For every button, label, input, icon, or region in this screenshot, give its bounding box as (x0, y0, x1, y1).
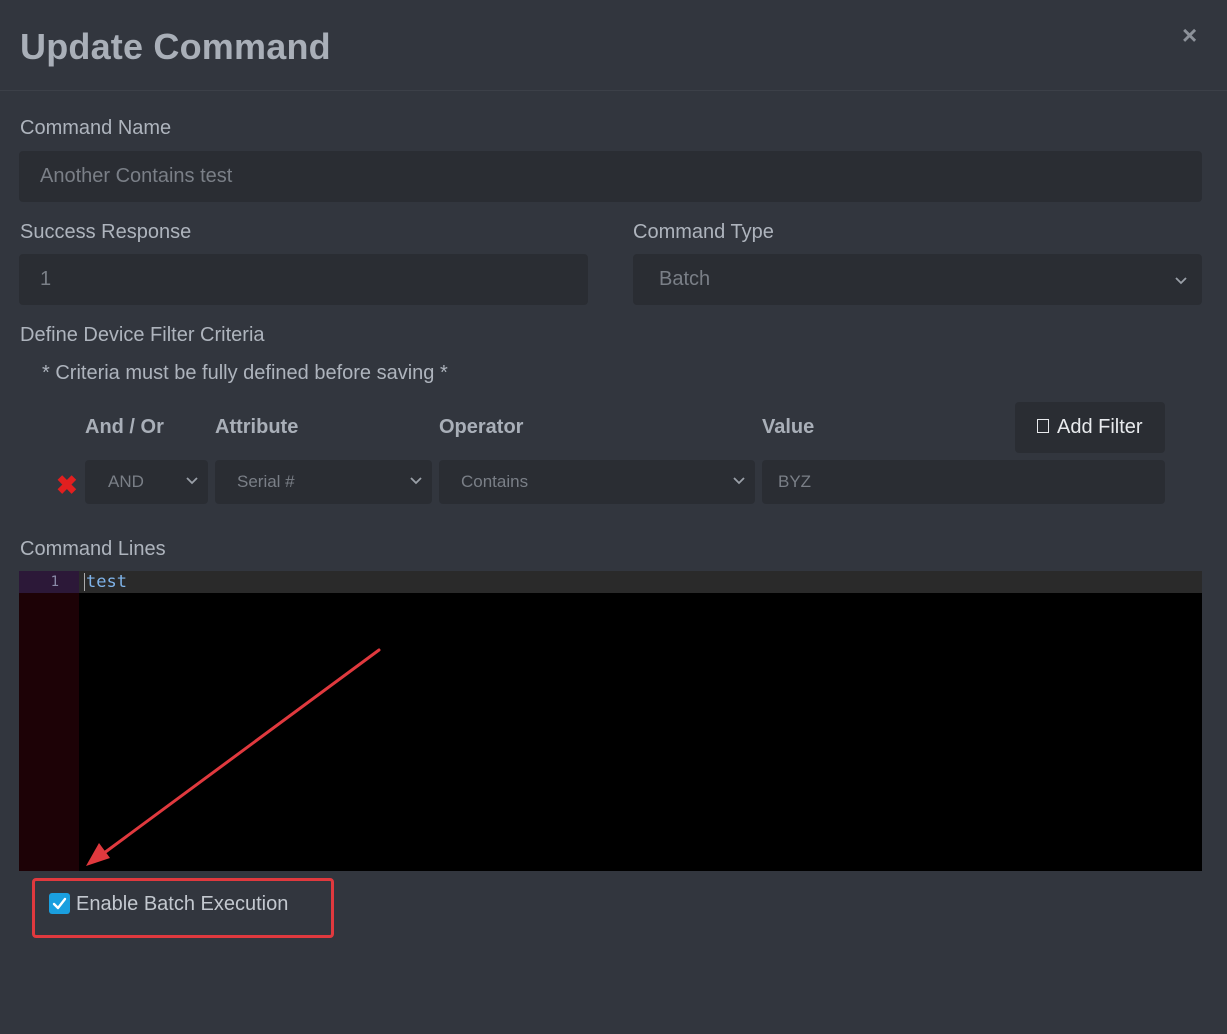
command-type-select[interactable]: Batch (633, 254, 1202, 305)
text-cursor (84, 573, 85, 591)
chevron-down-icon (186, 477, 198, 485)
operator-select[interactable]: Contains (439, 460, 755, 504)
attribute-header: Attribute (215, 416, 299, 438)
add-filter-button[interactable]: Add Filter (1015, 402, 1165, 453)
batch-execution-checkbox[interactable] (49, 893, 70, 914)
add-icon (1037, 419, 1049, 434)
filter-value-input[interactable]: BYZ (762, 460, 1165, 504)
filter-section-label: Define Device Filter Criteria (20, 324, 265, 346)
code-line[interactable]: test (86, 571, 127, 593)
editor-gutter (19, 571, 79, 871)
success-response-input[interactable]: 1 (19, 254, 588, 305)
update-command-modal: Update Command × Command Name Another Co… (0, 0, 1227, 1034)
delete-filter-icon[interactable]: ✖ (56, 470, 78, 501)
checkmark-icon (52, 897, 67, 910)
command-lines-editor[interactable]: 1 test (19, 571, 1202, 871)
modal-header: Update Command × (0, 0, 1227, 91)
modal-title: Update Command (20, 26, 331, 67)
operator-header: Operator (439, 416, 524, 438)
chevron-down-icon (1175, 277, 1187, 285)
value-header: Value (762, 416, 815, 438)
chevron-down-icon (410, 477, 422, 485)
chevron-down-icon (733, 477, 745, 485)
line-number: 1 (50, 574, 59, 590)
attribute-value: Serial # (237, 472, 295, 491)
command-name-label: Command Name (20, 117, 172, 139)
add-filter-label: Add Filter (1057, 416, 1143, 438)
command-lines-label: Command Lines (20, 538, 166, 560)
operator-value: Contains (461, 472, 529, 491)
filter-note: * Criteria must be fully defined before … (42, 362, 448, 384)
close-icon[interactable]: × (1182, 20, 1197, 51)
and-or-value: AND (108, 472, 144, 491)
success-response-label: Success Response (20, 221, 192, 243)
command-type-label: Command Type (633, 221, 774, 243)
and-or-select[interactable]: AND (85, 460, 208, 504)
batch-execution-label: Enable Batch Execution (76, 893, 289, 915)
and-or-header: And / Or (85, 416, 164, 438)
attribute-select[interactable]: Serial # (215, 460, 432, 504)
command-type-value: Batch (659, 268, 711, 290)
command-name-input[interactable]: Another Contains test (19, 151, 1202, 202)
editor-active-line (79, 571, 1202, 593)
